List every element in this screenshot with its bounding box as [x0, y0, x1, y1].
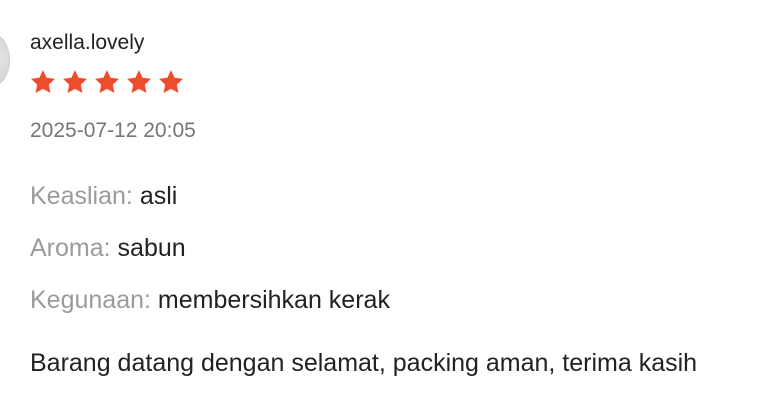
star-icon: [94, 70, 120, 93]
review-timestamp: 2025-07-12 20:05: [30, 119, 196, 142]
attribute-scent: Aroma: sabun: [30, 233, 186, 263]
attribute-authenticity: Keaslian: asli: [30, 181, 177, 211]
attribute-key: Aroma:: [30, 234, 111, 262]
attribute-value: asli: [139, 182, 178, 210]
avatar[interactable]: [0, 33, 10, 87]
star-rating: [29, 68, 185, 96]
attribute-usage: Kegunaan: membersihkan kerak: [30, 285, 390, 315]
reviewer-username: axella.lovely: [30, 31, 145, 54]
attribute-value: membersihkan kerak: [157, 286, 390, 314]
review-comment: Barang datang dengan selamat, packing am…: [30, 349, 698, 377]
star-icon: [126, 70, 152, 93]
star-icon: [30, 70, 56, 93]
attribute-key: Kegunaan:: [30, 286, 151, 314]
star-icon: [62, 70, 88, 93]
attribute-key: Keaslian:: [30, 182, 133, 210]
attribute-value: sabun: [117, 234, 186, 262]
star-icon: [158, 70, 184, 93]
review-card: axella.lovely 2025-07-12 20:05 Keaslian:…: [0, 0, 768, 402]
